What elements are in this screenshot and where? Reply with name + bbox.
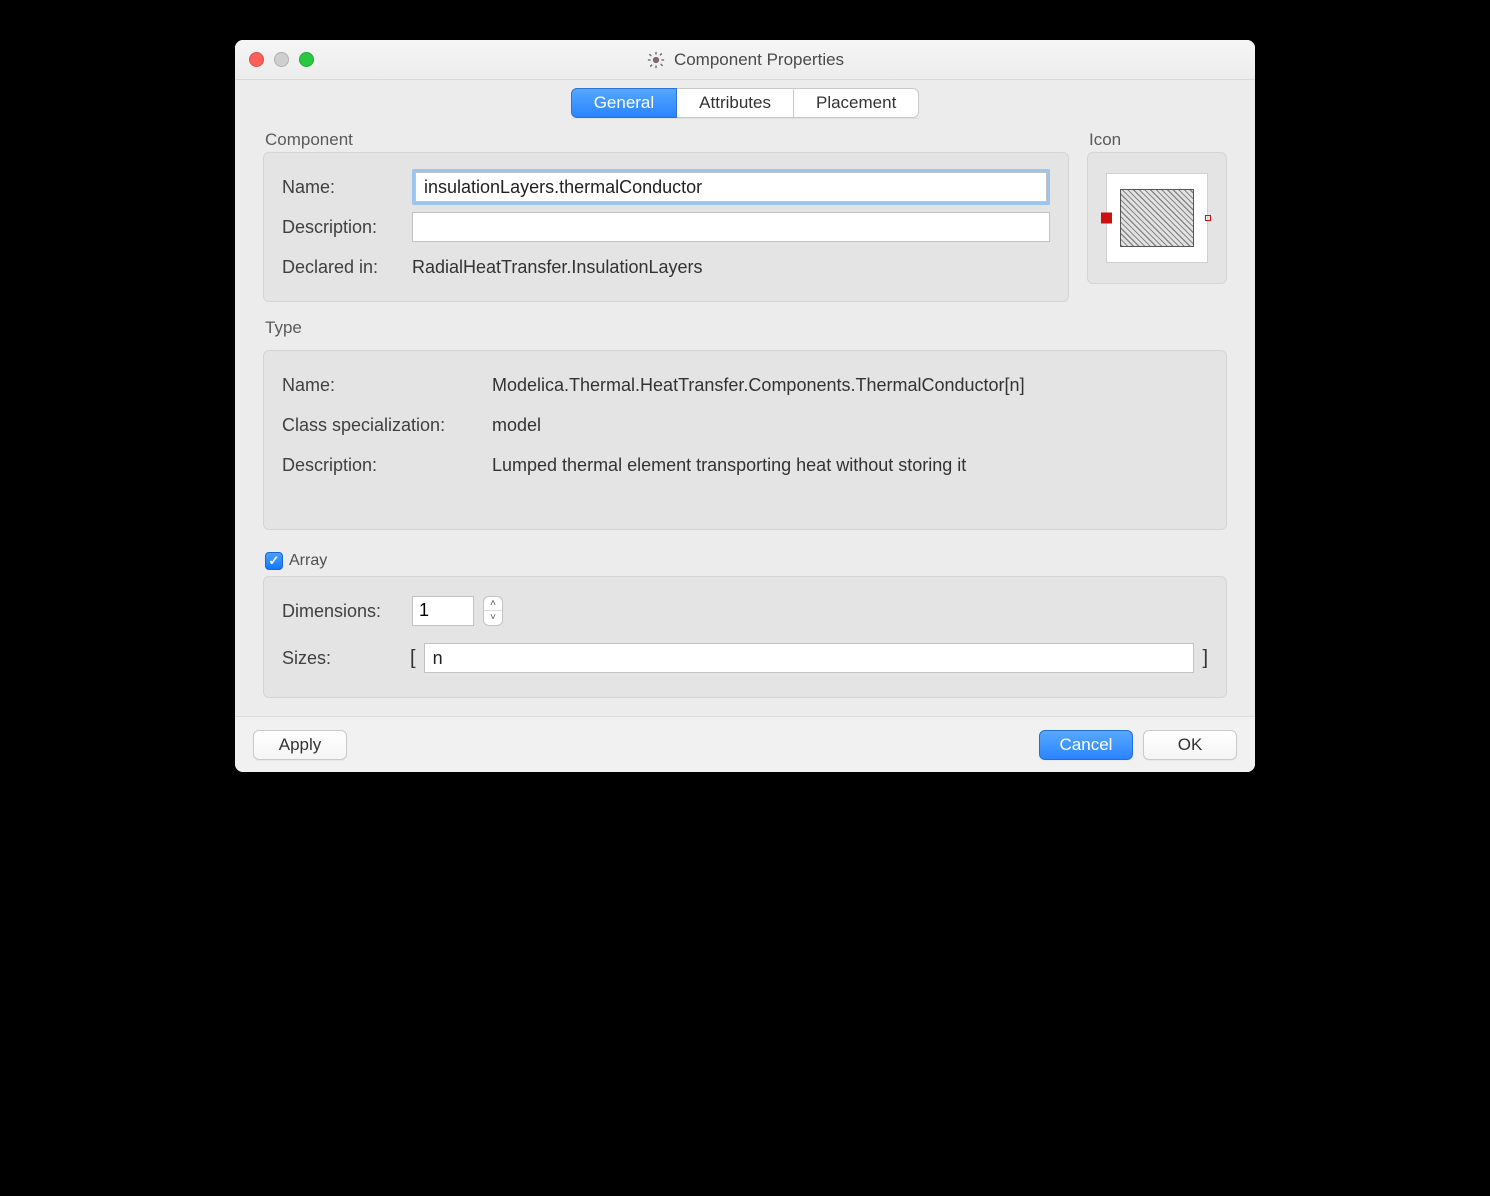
component-description-input[interactable]: [412, 212, 1050, 242]
type-name-value: Modelica.Thermal.HeatTransfer.Components…: [492, 375, 1208, 396]
type-description-label: Description:: [282, 455, 482, 476]
icon-group: [1087, 152, 1227, 284]
dimensions-label: Dimensions:: [282, 601, 402, 622]
cancel-button[interactable]: Cancel: [1039, 730, 1133, 760]
window-title: Component Properties: [674, 50, 844, 70]
component-icon-preview: [1106, 173, 1208, 263]
tab-attributes[interactable]: Attributes: [677, 88, 794, 118]
sizes-label: Sizes:: [282, 648, 402, 669]
gear-icon: [646, 50, 666, 70]
tab-general[interactable]: General: [571, 88, 677, 118]
component-name-input[interactable]: [415, 172, 1047, 202]
minimize-window-button[interactable]: [274, 52, 289, 67]
component-properties-window: Component Properties General Attributes …: [235, 40, 1255, 772]
ok-button[interactable]: OK: [1143, 730, 1237, 760]
array-checkbox-label: Array: [289, 552, 327, 570]
type-section-label: Type: [263, 312, 1227, 340]
dimensions-stepper[interactable]: ˄ ˅: [483, 596, 503, 626]
apply-button[interactable]: Apply: [253, 730, 347, 760]
window-controls: [235, 52, 314, 67]
dialog-footer: Apply Cancel OK: [235, 716, 1255, 772]
component-description-label: Description:: [282, 217, 402, 238]
sizes-input[interactable]: [424, 643, 1195, 673]
tab-bar: General Attributes Placement: [235, 80, 1255, 118]
stepper-up-icon[interactable]: ˄: [484, 597, 502, 611]
type-name-label: Name:: [282, 375, 482, 396]
titlebar: Component Properties: [235, 40, 1255, 80]
class-specialization-label: Class specialization:: [282, 415, 482, 436]
dimensions-input[interactable]: [412, 596, 474, 626]
sizes-bracket-close: ]: [1202, 647, 1208, 670]
stepper-down-icon[interactable]: ˅: [484, 611, 502, 625]
tab-placement[interactable]: Placement: [794, 88, 919, 118]
declared-in-label: Declared in:: [282, 257, 402, 278]
icon-section-label: Icon: [1087, 124, 1227, 152]
type-description-value: Lumped thermal element transporting heat…: [492, 455, 1208, 476]
sizes-bracket-open: [: [410, 647, 416, 670]
declared-in-value: RadialHeatTransfer.InsulationLayers: [412, 257, 1050, 278]
array-group: Dimensions: ˄ ˅ Sizes: [ ]: [263, 576, 1227, 698]
zoom-window-button[interactable]: [299, 52, 314, 67]
close-window-button[interactable]: [249, 52, 264, 67]
component-section-label: Component: [263, 124, 1069, 152]
component-group: Name: Description:: [263, 152, 1069, 302]
array-checkbox[interactable]: ✓: [265, 552, 283, 570]
heat-port-right-icon: [1205, 215, 1211, 221]
type-group: Name: Modelica.Thermal.HeatTransfer.Comp…: [263, 350, 1227, 530]
heat-port-left-icon: [1101, 213, 1112, 224]
component-name-label: Name:: [282, 177, 402, 198]
class-specialization-value: model: [492, 415, 1208, 436]
